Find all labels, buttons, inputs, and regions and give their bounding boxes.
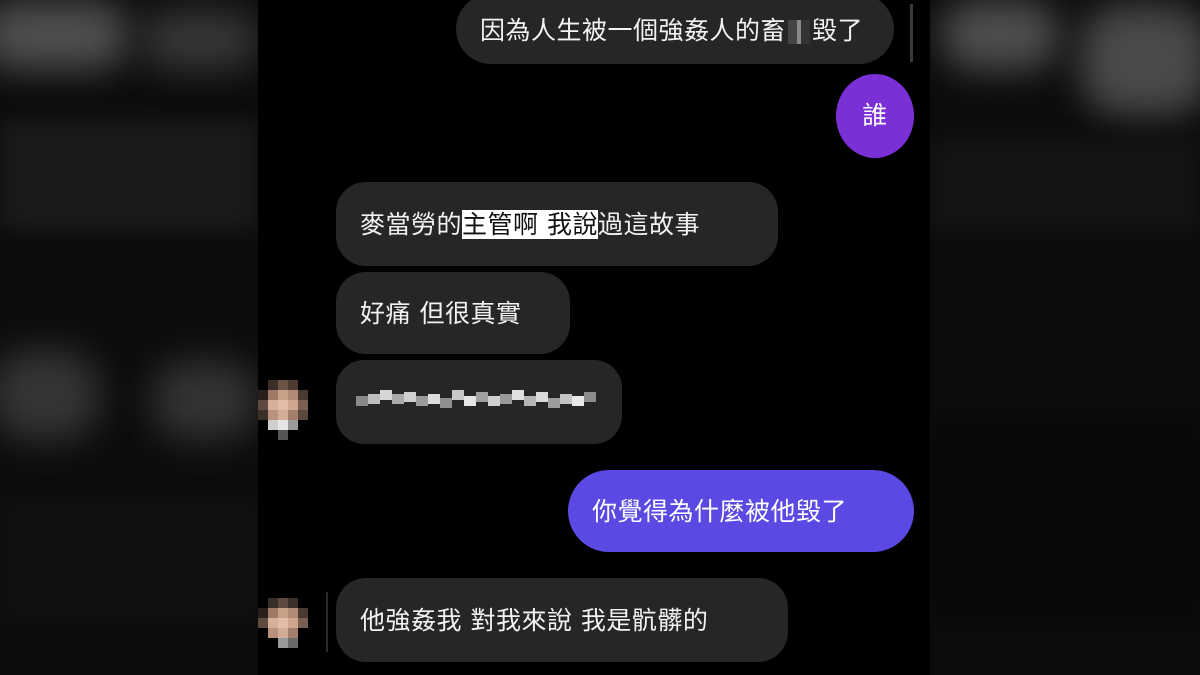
message-bubble-censored — [336, 360, 622, 444]
message-text: 好痛 但很真實 — [360, 299, 522, 328]
message-text: 誰 — [862, 101, 888, 130]
avatar[interactable] — [258, 380, 316, 442]
censor-block — [788, 20, 811, 44]
chat-thread: 因為人生被一個強姦人的畜毀了 誰 麥當勞的主管啊 我說過這故事 好痛 但很真實 — [258, 0, 930, 675]
blurred-right-panel — [930, 0, 1200, 675]
message-bubble-incoming: 他強姦我 對我來說 我是骯髒的 — [336, 578, 788, 662]
message-text: 他強姦我 對我來說 我是骯髒的 — [360, 606, 709, 635]
message-text: 你覺得為什麼被他毀了 — [592, 497, 848, 526]
pixelated-text — [356, 382, 596, 418]
screenshot-stage: 因為人生被一個強姦人的畜毀了 誰 麥當勞的主管啊 我說過這故事 好痛 但很真實 — [0, 0, 1200, 675]
message-bubble-incoming: 麥當勞的主管啊 我說過這故事 — [336, 182, 778, 266]
avatar[interactable] — [258, 598, 316, 660]
message-text-tail: 過這故事 — [597, 210, 700, 239]
blurred-left-panel — [0, 0, 258, 675]
highlighted-text: 主管啊 我說 — [462, 210, 598, 239]
message-text: 因為人生被一個強姦人的畜 — [480, 16, 787, 45]
message-bubble-outgoing: 你覺得為什麼被他毀了 — [568, 470, 914, 552]
scroll-indicator — [910, 4, 913, 62]
message-bubble-incoming: 因為人生被一個強姦人的畜 毀了 — [456, 0, 894, 64]
message-text-tail: 毀了 — [812, 16, 864, 45]
message-bubble-outgoing: 誰 — [836, 74, 914, 158]
message-bubble-incoming: 好痛 但很真實 — [336, 272, 570, 354]
message-text: 麥當勞的 — [360, 210, 463, 239]
divider-line — [326, 592, 328, 652]
